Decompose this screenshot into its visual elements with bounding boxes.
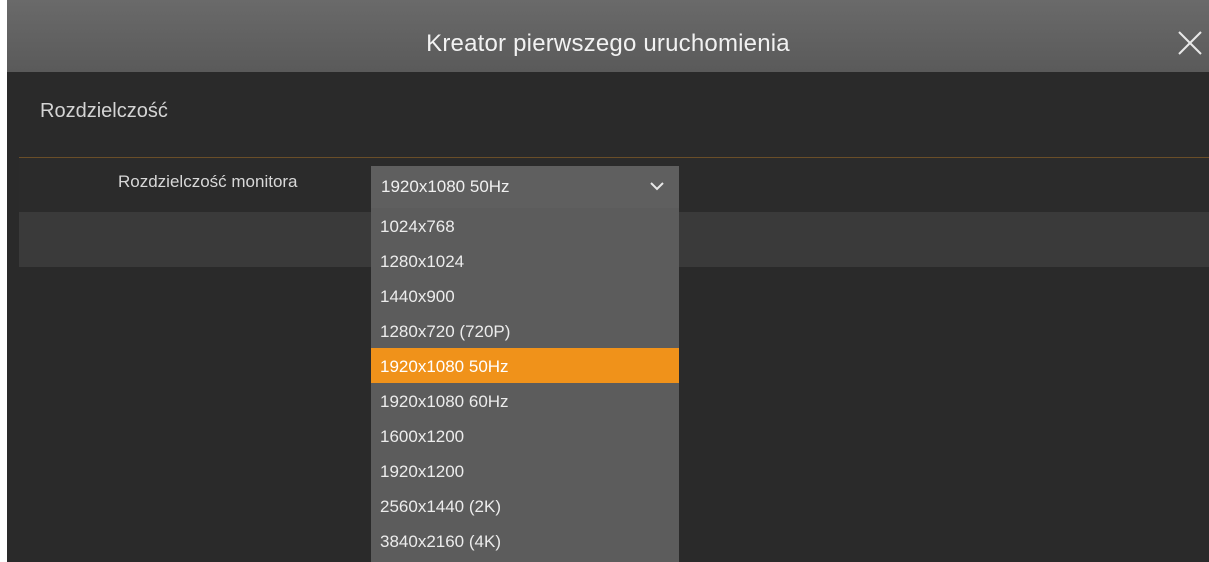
- dropdown-option[interactable]: 1280x1024: [371, 243, 679, 278]
- dropdown-option[interactable]: 1920x1080 60Hz: [371, 383, 679, 418]
- chevron-down-icon: [650, 182, 664, 191]
- window-title: Kreator pierwszego uruchomienia: [426, 30, 790, 57]
- resolution-dropdown-list: 1024x768 1280x1024 1440x900 1280x720 (72…: [371, 208, 679, 562]
- section-title: Rozdzielczość: [40, 100, 168, 122]
- wizard-dialog: Kreator pierwszego uruchomienia Rozdziel…: [7, 0, 1209, 562]
- dropdown-option[interactable]: 1920x1200: [371, 453, 679, 488]
- select-value: 1920x1080 50Hz: [381, 177, 510, 196]
- dropdown-option[interactable]: 1024x768: [371, 208, 679, 243]
- dropdown-option-selected[interactable]: 1920x1080 50Hz: [371, 348, 679, 383]
- dropdown-option[interactable]: 3840x2160 (4K): [371, 523, 679, 558]
- dropdown-option[interactable]: 2560x1440 (2K): [371, 488, 679, 523]
- monitor-resolution-select[interactable]: 1920x1080 50Hz: [371, 166, 679, 208]
- monitor-resolution-label: Rozdzielczość monitora: [118, 172, 298, 191]
- close-icon: [1178, 31, 1202, 55]
- dropdown-option[interactable]: 1280x720 (720P): [371, 313, 679, 348]
- close-button[interactable]: [1175, 28, 1205, 58]
- title-bar: Kreator pierwszego uruchomienia: [7, 0, 1209, 72]
- dropdown-option[interactable]: 1440x900: [371, 278, 679, 313]
- dropdown-option[interactable]: 1600x1200: [371, 418, 679, 453]
